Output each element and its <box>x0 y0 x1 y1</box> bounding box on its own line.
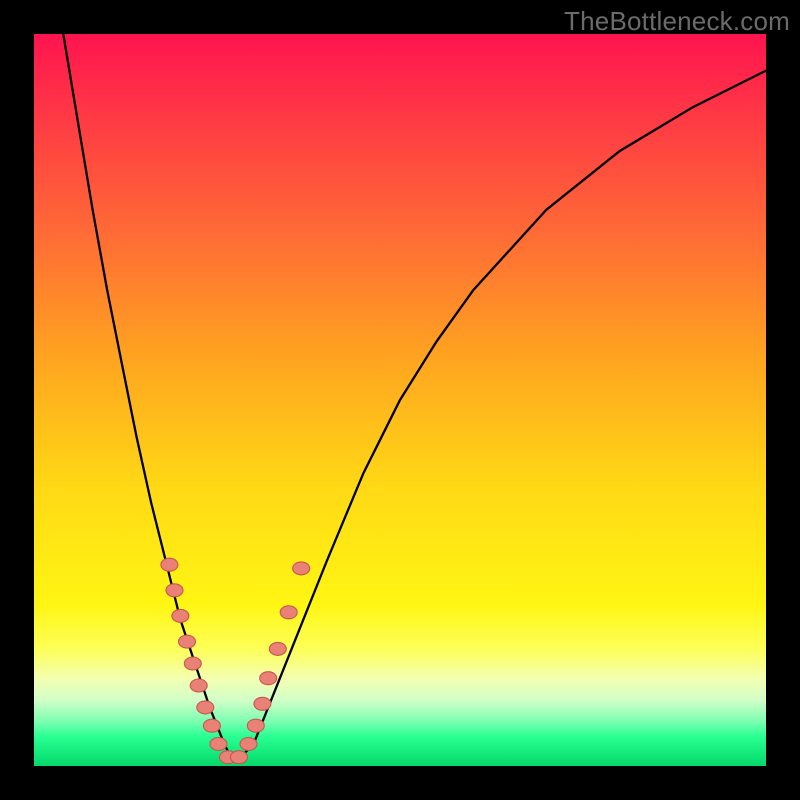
bead-point <box>254 697 271 710</box>
bead-point <box>293 562 310 575</box>
bottleneck-curve <box>63 34 766 759</box>
bead-point <box>197 701 214 714</box>
bead-point <box>269 642 286 655</box>
bead-point <box>280 606 297 619</box>
curve-layer <box>34 34 766 766</box>
bead-point <box>203 719 220 732</box>
bead-point <box>231 751 248 764</box>
bead-point <box>240 738 257 751</box>
plot-area <box>34 34 766 766</box>
bead-point <box>190 679 207 692</box>
watermark-text: TheBottleneck.com <box>564 6 790 37</box>
bead-point <box>210 738 227 751</box>
chart-frame: TheBottleneck.com <box>0 0 800 800</box>
bead-point <box>184 657 201 670</box>
bead-point <box>166 584 183 597</box>
bead-point <box>161 558 178 571</box>
bead-point <box>179 635 196 648</box>
bead-point <box>247 719 264 732</box>
bead-point <box>172 609 189 622</box>
bead-point <box>260 672 277 685</box>
